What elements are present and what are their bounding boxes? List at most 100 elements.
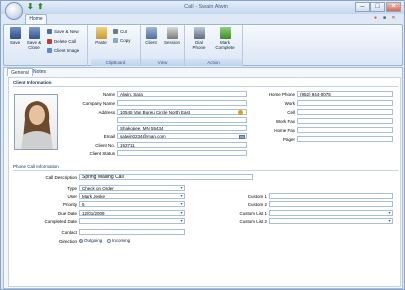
radio-selected-icon [79,239,83,243]
mark-complete-button[interactable]: Mark Complete [212,27,238,50]
general-panel: Client Information Name Alwin, Sara Comp… [8,77,401,287]
view-group-label: View [141,59,184,66]
pager-field[interactable] [297,136,393,142]
due-date-label: Due Date [57,211,77,216]
delete-icon [47,39,52,44]
view-group: Client Session View [141,25,185,66]
incoming-radio[interactable]: Incoming [107,237,130,244]
chevron-down-icon[interactable]: ▾ [179,194,184,198]
address-line2-field[interactable] [117,117,247,123]
client-photo[interactable] [14,94,58,150]
company-field[interactable] [117,100,247,106]
copy-label: Copy [120,38,131,43]
forward-arrow-icon[interactable]: ⬆ [37,3,44,11]
priority-label: Priority [62,202,77,207]
client-status-label: Client Status [89,151,115,156]
dial-phone-button[interactable]: Dial Phone [189,27,209,50]
client-button[interactable]: Client [143,27,159,45]
options-icon[interactable]: ■ [382,16,387,21]
call-description-field[interactable]: Spring Mailing Call [79,174,253,180]
user-select[interactable]: Mark Jeske ▾ [79,193,185,199]
minimize-button[interactable]: – [355,2,370,12]
ribbon: Save Save & Close Save & New Delete Call… [3,24,403,66]
actions-group: Save Save & Close Save & New Delete Call… [4,25,88,66]
contact-label: Contact [61,230,77,235]
cut-icon [113,29,118,34]
help-icon[interactable]: ● [373,16,378,21]
cell-label: Cell [287,110,295,115]
due-date-value: 12/01/2009 [82,211,105,216]
custom-list2-select[interactable]: ▾ [269,218,393,224]
due-date-picker[interactable]: 12/01/2009 ▾ [79,210,185,216]
form-area: General Notes Client Information Name Al… [3,67,403,289]
email-label: Email [103,134,115,139]
address-line1-field[interactable]: 10545 Van Bureu Circle North East [117,109,247,115]
chevron-down-icon[interactable]: ▾ [179,219,184,223]
save-new-icon [47,29,52,34]
custom-list1-select[interactable]: ▾ [269,210,393,216]
client-no-field[interactable]: 153711 [117,142,247,148]
client-photo-image [21,101,53,149]
custom1-field[interactable] [269,193,393,199]
save-label: Save [9,40,21,45]
cell-field[interactable] [297,109,393,115]
save-button[interactable]: Save [7,27,23,45]
priority-select[interactable]: 5 ▾ [79,201,185,207]
address-lookup-icon[interactable] [238,110,243,115]
chevron-down-icon[interactable]: ▾ [179,202,184,206]
save-close-label: Save & Close [26,40,42,50]
client-image-label: Client Image [54,48,80,53]
name-field[interactable]: Alwin, Sara [117,91,247,97]
application-menu-button[interactable] [5,2,23,20]
clipboard-group: Paste Cut Copy ClipBoard [91,25,141,66]
tab-general[interactable]: General [7,68,33,76]
paste-button[interactable]: Paste [93,27,109,45]
send-email-icon[interactable] [239,135,245,139]
work-phone-field[interactable] [297,100,393,106]
type-label: Type [67,186,77,191]
copy-button[interactable]: Copy [113,37,131,44]
chevron-down-icon[interactable]: ▾ [387,219,392,223]
chevron-down-icon[interactable]: ▾ [179,186,184,190]
email-field[interactable]: salwin0234@man.com [117,133,247,139]
direction-label: Direction [59,239,77,244]
ribbon-tab-row: Home ● ■ ✕ [1,14,404,24]
back-arrow-icon[interactable]: ⬇ [27,3,34,11]
cut-label: Cut [120,29,128,34]
clipboard-group-label: ClipBoard [91,59,140,66]
paste-label: Paste [95,40,107,45]
client-label: Client [145,40,157,45]
client-image-button[interactable]: Client Image [47,47,79,54]
client-no-label: Client No. [95,143,115,148]
work-fax-field[interactable] [297,118,393,124]
maximize-button[interactable]: □ [370,2,385,12]
user-value: Mark Jeske [82,194,106,199]
client-icon [145,27,157,39]
chevron-down-icon[interactable]: ▾ [387,211,392,215]
cut-button[interactable]: Cut [113,28,127,35]
save-close-icon [28,27,40,39]
save-close-button[interactable]: Save & Close [26,27,42,50]
session-button[interactable]: Session [162,27,182,45]
client-status-field[interactable] [117,150,247,156]
delete-call-button[interactable]: Delete Call [47,38,76,45]
address-line3-field[interactable]: Shakopee, MN 55434 [117,125,247,131]
tab-home[interactable]: Home [25,14,47,24]
completed-date-picker[interactable]: ▾ [79,218,185,224]
tab-notes[interactable]: Notes [30,68,49,76]
copy-icon [113,38,118,43]
home-fax-field[interactable] [297,127,393,133]
close-button[interactable]: ✕ [386,2,401,12]
paste-icon [95,27,107,39]
chevron-down-icon[interactable]: ▾ [179,211,184,215]
home-phone-field[interactable]: (952) 944-0075 [297,91,393,97]
call-description-label: Call Description [45,175,77,180]
close-small-icon[interactable]: ✕ [391,16,396,21]
custom2-field[interactable] [269,201,393,207]
outgoing-radio[interactable]: Outgoing [79,237,102,244]
pager-label: Pager [282,137,295,142]
contact-field[interactable] [79,229,185,235]
type-select[interactable]: Check on Order ▾ [79,185,185,191]
home-phone-label: Home Phone [268,92,295,97]
save-new-button[interactable]: Save & New [47,28,79,35]
